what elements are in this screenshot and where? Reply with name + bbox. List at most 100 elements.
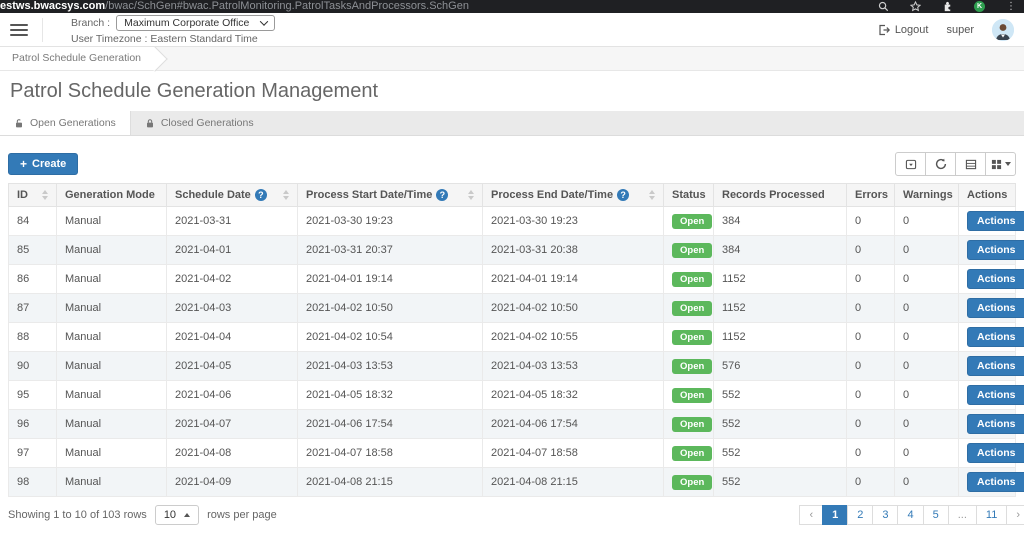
sort-icon[interactable] bbox=[649, 190, 655, 200]
cell-actions: Actions bbox=[958, 235, 1024, 265]
page-button-4[interactable]: 4 bbox=[897, 505, 924, 525]
cell-generation-mode: Manual bbox=[56, 380, 167, 410]
cell-process-start: 2021-04-01 19:14 bbox=[297, 264, 483, 294]
hamburger-menu-icon[interactable] bbox=[10, 23, 28, 36]
page-button-2[interactable]: 2 bbox=[847, 505, 874, 525]
status-badge: Open bbox=[672, 300, 713, 316]
column-header-process-end[interactable]: Process End Date/Time? bbox=[482, 183, 664, 207]
actions-button[interactable]: Actions bbox=[967, 327, 1024, 347]
cell-process-end: 2021-04-02 10:50 bbox=[482, 293, 664, 323]
toggle-view-button[interactable] bbox=[955, 152, 986, 176]
browser-menu-icon[interactable]: ⋮ bbox=[1006, 1, 1016, 12]
table-toolbar bbox=[895, 152, 1016, 176]
page-size-select[interactable]: 10 bbox=[154, 505, 200, 525]
cell-id: 95 bbox=[8, 380, 57, 410]
cell-process-end: 2021-04-02 10:55 bbox=[482, 322, 664, 352]
divider bbox=[42, 17, 43, 42]
cell-generation-mode: Manual bbox=[56, 438, 167, 468]
cell-warnings: 0 bbox=[894, 206, 959, 236]
browser-profile-avatar[interactable]: K bbox=[974, 1, 985, 12]
refresh-icon bbox=[935, 158, 946, 170]
cell-errors: 0 bbox=[846, 293, 895, 323]
tab-label: Closed Generations bbox=[160, 117, 254, 129]
create-button[interactable]: + Create bbox=[8, 153, 79, 175]
tab-closed-generations[interactable]: Closed Generations bbox=[131, 111, 268, 135]
cell-id: 97 bbox=[8, 438, 57, 468]
cell-actions: Actions bbox=[958, 322, 1024, 352]
column-label: Schedule Date bbox=[175, 189, 251, 201]
column-header-id[interactable]: ID bbox=[8, 183, 57, 207]
column-label: Process Start Date/Time bbox=[306, 189, 433, 201]
caret-up-icon bbox=[184, 513, 191, 517]
cell-schedule-date: 2021-04-07 bbox=[166, 409, 298, 439]
cell-process-end: 2021-03-31 20:38 bbox=[482, 235, 664, 265]
page-button-5[interactable]: 5 bbox=[922, 505, 949, 525]
help-icon[interactable]: ? bbox=[617, 189, 630, 201]
cell-status: Open bbox=[663, 351, 714, 381]
status-badge: Open bbox=[672, 474, 713, 490]
card-caret-icon bbox=[905, 159, 916, 169]
page-button-11[interactable]: 11 bbox=[975, 505, 1008, 525]
address-bar[interactable]: estws.bwacsys.com/bwac/SchGen#bwac.Patro… bbox=[0, 0, 469, 13]
extensions-icon[interactable] bbox=[942, 1, 953, 12]
refresh-button[interactable] bbox=[925, 152, 956, 176]
actions-button[interactable]: Actions bbox=[967, 414, 1024, 434]
bookmark-star-icon[interactable] bbox=[910, 1, 921, 12]
actions-button[interactable]: Actions bbox=[967, 240, 1024, 260]
branch-select[interactable]: Maximum Corporate Office bbox=[116, 14, 276, 31]
cell-schedule-date: 2021-03-31 bbox=[166, 206, 298, 236]
status-badge: Open bbox=[672, 271, 713, 287]
actions-button[interactable]: Actions bbox=[967, 385, 1024, 405]
actions-button[interactable]: Actions bbox=[967, 298, 1024, 318]
actions-button[interactable]: Actions bbox=[967, 269, 1024, 289]
cell-process-end: 2021-04-07 18:58 bbox=[482, 438, 664, 468]
actions-button-label: Actions bbox=[977, 302, 1016, 314]
cell-warnings: 0 bbox=[894, 264, 959, 294]
cell-records-processed: 384 bbox=[713, 206, 847, 236]
cell-process-start: 2021-04-07 18:58 bbox=[297, 438, 483, 468]
page-button-1[interactable]: 1 bbox=[822, 505, 849, 525]
cell-generation-mode: Manual bbox=[56, 409, 167, 439]
sort-icon[interactable] bbox=[42, 190, 48, 200]
prev-page-button[interactable]: ‹ bbox=[799, 505, 824, 525]
pagination-switch-button[interactable] bbox=[895, 152, 926, 176]
table-row: 96 Manual 2021-04-07 2021-04-06 17:54 2021-0… bbox=[8, 409, 1024, 439]
tab-open-generations[interactable]: Open Generations bbox=[0, 111, 131, 135]
table-row: 97 Manual 2021-04-08 2021-04-07 18:58 2021-0… bbox=[8, 438, 1024, 468]
column-header-schedule-date[interactable]: Schedule Date? bbox=[166, 183, 298, 207]
cell-generation-mode: Manual bbox=[56, 293, 167, 323]
sort-icon[interactable] bbox=[468, 190, 474, 200]
actions-button[interactable]: Actions bbox=[967, 472, 1024, 492]
logout-button[interactable]: Logout bbox=[878, 24, 928, 36]
help-icon[interactable]: ? bbox=[254, 189, 267, 201]
sort-icon[interactable] bbox=[283, 190, 289, 200]
cell-actions: Actions bbox=[958, 409, 1024, 439]
cell-status: Open bbox=[663, 206, 714, 236]
search-icon[interactable] bbox=[878, 1, 889, 12]
cell-records-processed: 1152 bbox=[713, 264, 847, 294]
breadcrumb-item[interactable]: Patrol Schedule Generation bbox=[0, 47, 155, 70]
grid-icon bbox=[991, 159, 1001, 169]
actions-button-label: Actions bbox=[977, 476, 1016, 488]
columns-button[interactable] bbox=[985, 152, 1016, 176]
generations-table: ID Generation Mode Schedule Date? Process S… bbox=[8, 183, 1024, 497]
cell-records-processed: 552 bbox=[713, 438, 847, 468]
page-button-3[interactable]: 3 bbox=[872, 505, 899, 525]
actions-button[interactable]: Actions bbox=[967, 356, 1024, 376]
actions-button-label: Actions bbox=[977, 418, 1016, 430]
cell-generation-mode: Manual bbox=[56, 467, 167, 497]
help-icon[interactable]: ? bbox=[436, 189, 449, 201]
table-row: 88 Manual 2021-04-04 2021-04-02 10:54 2021-0… bbox=[8, 322, 1024, 352]
next-page-button[interactable]: › bbox=[1006, 505, 1024, 525]
cell-errors: 0 bbox=[846, 322, 895, 352]
cell-generation-mode: Manual bbox=[56, 206, 167, 236]
table-row: 98 Manual 2021-04-09 2021-04-08 21:15 2021-0… bbox=[8, 467, 1024, 497]
cell-actions: Actions bbox=[958, 351, 1024, 381]
column-label: Actions bbox=[967, 189, 1008, 201]
actions-button[interactable]: Actions bbox=[967, 443, 1024, 463]
cell-warnings: 0 bbox=[894, 235, 959, 265]
user-avatar[interactable] bbox=[992, 18, 1014, 41]
column-header-process-start[interactable]: Process Start Date/Time? bbox=[297, 183, 483, 207]
cell-process-start: 2021-04-02 10:54 bbox=[297, 322, 483, 352]
actions-button[interactable]: Actions bbox=[967, 211, 1024, 231]
